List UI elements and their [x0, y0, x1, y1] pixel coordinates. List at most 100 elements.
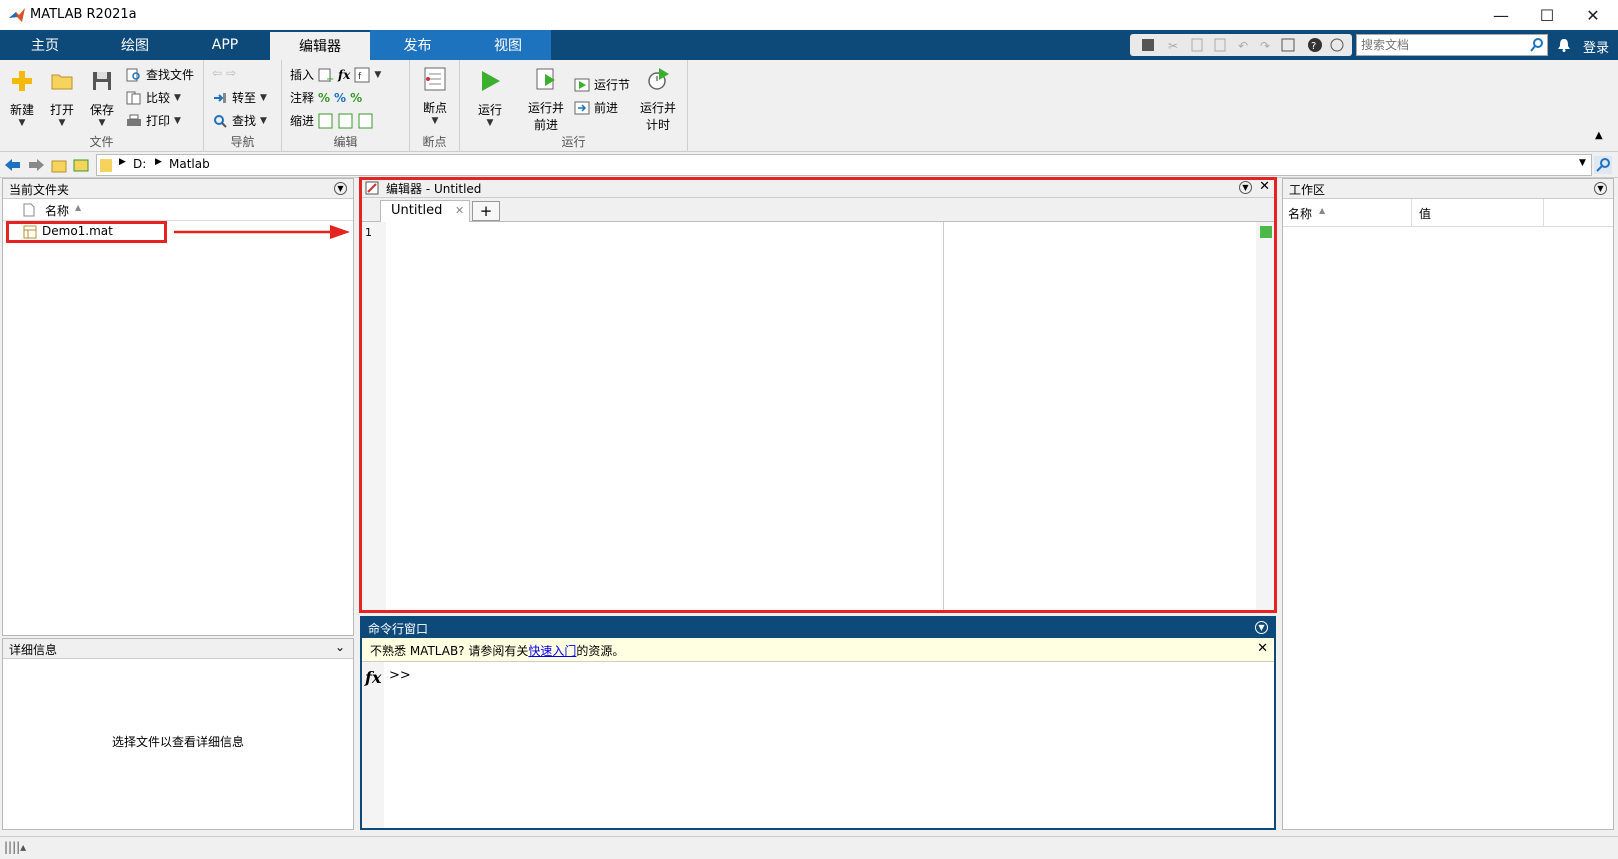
open-button[interactable]: 打开 ▼	[46, 68, 78, 128]
tab-view[interactable]: 视图	[465, 30, 551, 60]
floppy-disk-icon	[93, 72, 111, 90]
wrap-comment-icon[interactable]: %	[350, 91, 362, 105]
tab-plots[interactable]: 绘图	[90, 30, 180, 60]
goto-button[interactable]: 转至 ▼	[212, 89, 267, 106]
current-folder-header: 当前文件夹 ▼	[3, 179, 353, 199]
save-button[interactable]: 保存 ▼	[86, 68, 118, 128]
comment-percent-icon[interactable]: %	[318, 91, 330, 105]
indent-label[interactable]: 缩进	[290, 112, 314, 129]
path-separator-icon: ▶	[119, 157, 126, 167]
back-arrow-icon[interactable]: ⇦	[212, 66, 222, 80]
run-group: 运行 ▼ 运行并 前进 运行节 前进 运行并 计时 运行	[460, 60, 688, 152]
command-window-title: 命令行窗口	[368, 622, 429, 636]
command-prompt[interactable]: >>	[389, 668, 411, 683]
workspace-name-column[interactable]: 名称	[1288, 205, 1312, 222]
tab-editor[interactable]: 编辑器	[270, 30, 370, 60]
notification-bell-icon[interactable]	[1557, 38, 1571, 52]
run-play-icon	[482, 71, 500, 91]
tab-apps[interactable]: APP	[180, 30, 270, 60]
compare-button[interactable]: 比较 ▼	[126, 89, 181, 106]
tab-home[interactable]: 主页	[0, 30, 90, 60]
column-divider[interactable]	[1411, 199, 1412, 227]
run-and-advance-button[interactable]: 运行并 前进	[524, 66, 568, 133]
status-grip-icon[interactable]: ||||▴	[4, 840, 26, 854]
chevron-down-icon[interactable]: ⌄	[335, 640, 345, 654]
quick-start-link[interactable]: 快速入门	[528, 644, 576, 658]
open-label: 打开	[49, 103, 74, 117]
run-and-time-button[interactable]: 运行并 计时	[636, 66, 680, 133]
path-drive[interactable]: D:	[133, 157, 146, 171]
file-type-column-icon	[23, 203, 35, 217]
insert-section-icon[interactable]: +	[318, 67, 334, 83]
advance-button[interactable]: 前进	[574, 99, 618, 116]
annotation-arrow	[174, 225, 350, 239]
panel-menu-icon[interactable]: ▼	[1594, 182, 1607, 195]
command-window: 命令行窗口 ▼ 不熟悉 MATLAB? 请参阅有关快速入门的资源。 ✕ fx >…	[360, 616, 1276, 830]
advance-label: 前进	[594, 101, 619, 115]
panel-menu-icon[interactable]: ▼	[334, 182, 347, 195]
sort-asc-icon: ▲	[1319, 206, 1326, 215]
comment-row: 注释 % % %	[290, 89, 362, 106]
quick-access-icons[interactable]: ✂ ↶ ↷ ?	[1130, 34, 1352, 56]
run-button[interactable]: 运行 ▼	[472, 68, 508, 128]
status-bar: ||||▴	[0, 836, 1618, 859]
maximize-button[interactable]: ☐	[1524, 0, 1570, 30]
new-button[interactable]: 新建 ▼	[6, 68, 38, 128]
search-docs-input[interactable]	[1356, 34, 1548, 56]
run-advance-label-2: 前进	[533, 118, 558, 132]
search-icon[interactable]	[1530, 38, 1544, 52]
smart-indent-icon[interactable]	[318, 113, 334, 129]
path-dropdown-icon[interactable]: ▼	[1579, 158, 1586, 168]
fx-label[interactable]: fx	[338, 68, 350, 82]
breakpoints-icon	[424, 67, 446, 91]
find-button[interactable]: 查找 ▼	[212, 112, 267, 129]
minimize-button[interactable]: —	[1478, 0, 1524, 30]
magnifier-icon	[214, 114, 227, 128]
command-gutter: fx	[362, 662, 384, 828]
breakpoints-group: 断点 ▼ 断点	[410, 60, 460, 152]
comment-label[interactable]: 注释	[290, 89, 314, 106]
print-button[interactable]: 打印 ▼	[126, 112, 181, 129]
uncomment-icon[interactable]: %	[334, 91, 346, 105]
address-path[interactable]: ▶ D: ▶ Matlab ▼	[96, 154, 1592, 176]
file-group: 新建 ▼ 打开 ▼ 保存 ▼ 查找文件 比较 ▼ 打印 ▼ 文件	[0, 60, 204, 152]
name-column-header[interactable]: 名称	[45, 202, 69, 219]
workspace-value-column[interactable]: 值	[1419, 205, 1431, 222]
tab-publish[interactable]: 发布	[370, 30, 465, 60]
back-forward-buttons[interactable]: ⇦ ⇨	[212, 66, 236, 80]
run-section-icon	[574, 78, 590, 91]
run-time-label-1: 运行并	[639, 101, 676, 115]
function-icon[interactable]: f	[354, 67, 370, 83]
insert-label[interactable]: 插入	[290, 66, 314, 83]
column-divider[interactable]	[1543, 199, 1544, 227]
printer-icon	[127, 114, 141, 126]
navigate-group-label: 导航	[230, 135, 255, 149]
login-link[interactable]: 登录	[1583, 37, 1609, 56]
find-files-button[interactable]: 查找文件	[126, 66, 194, 83]
folder-icon	[51, 74, 73, 90]
svg-text:↷: ↷	[1260, 39, 1270, 53]
goto-icon	[214, 92, 226, 103]
current-folder-panel: 当前文件夹 ▼ 名称 ▲ Demo1.mat	[2, 178, 354, 636]
command-window-header: 命令行窗口 ▼	[362, 618, 1274, 638]
breakpoints-button[interactable]: 断点 ▼	[418, 66, 452, 126]
search-folder-icon[interactable]	[1594, 156, 1612, 174]
folder-nav-icons[interactable]	[4, 157, 94, 173]
increase-indent-icon[interactable]	[358, 113, 374, 129]
folder-icon	[100, 159, 112, 172]
new-label: 新建	[9, 103, 34, 117]
close-notice-icon[interactable]: ✕	[1257, 641, 1268, 656]
forward-arrow-icon[interactable]: ⇨	[226, 66, 236, 80]
path-folder[interactable]: Matlab	[169, 157, 210, 171]
function-browser-icon[interactable]: fx	[365, 668, 381, 687]
path-separator-icon: ▶	[155, 157, 162, 167]
ribbon: 新建 ▼ 打开 ▼ 保存 ▼ 查找文件 比较 ▼ 打印 ▼ 文件 ⇦ ⇨ 转至 …	[0, 60, 1618, 152]
collapse-ribbon-icon[interactable]: ▲	[1595, 130, 1603, 141]
decrease-indent-icon[interactable]	[338, 113, 354, 129]
run-section-button[interactable]: 运行节	[574, 76, 630, 93]
close-window-button[interactable]: ✕	[1570, 0, 1616, 30]
window-title: MATLAB R2021a	[30, 7, 137, 22]
panel-menu-icon[interactable]: ▼	[1255, 621, 1268, 634]
notice-text: 不熟悉 MATLAB? 请参阅有关	[370, 644, 529, 658]
indent-row: 缩进	[290, 112, 374, 129]
